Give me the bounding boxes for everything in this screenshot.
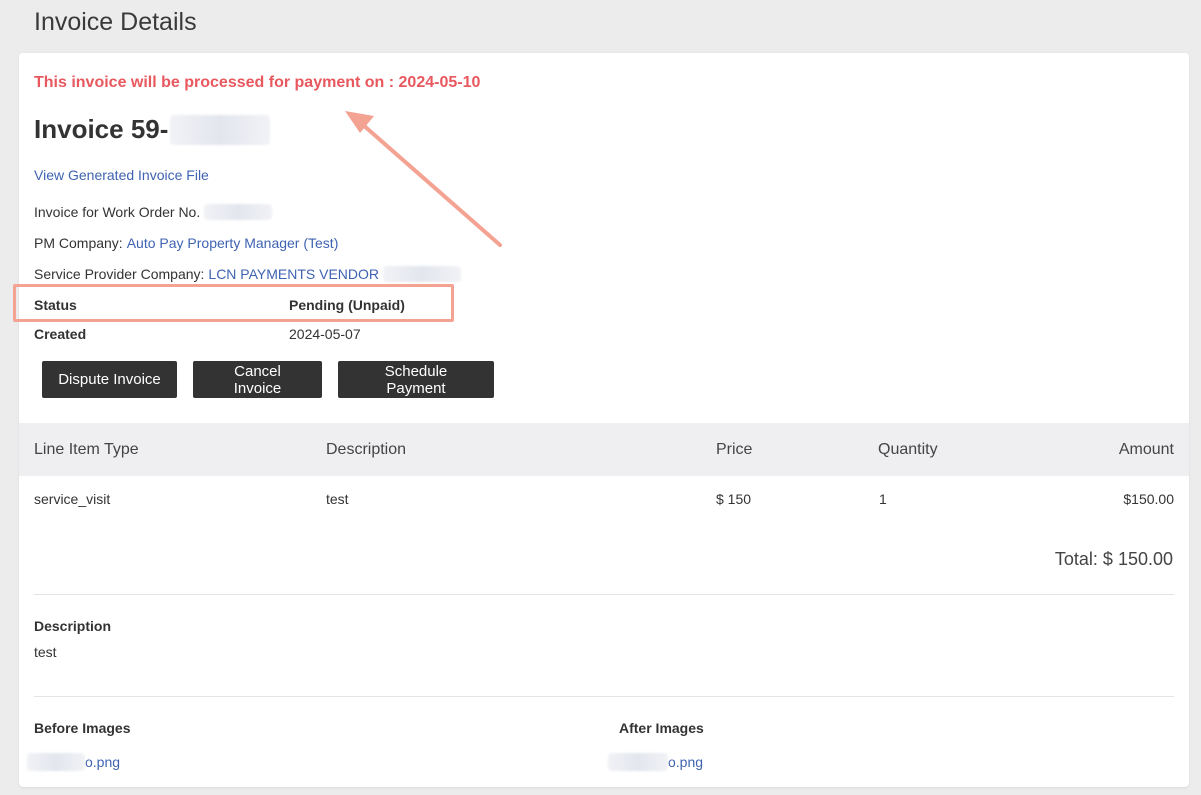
cell-line-item-type: service_visit	[34, 491, 111, 507]
dispute-invoice-button[interactable]: Dispute Invoice	[42, 361, 177, 398]
invoice-number: Invoice 59-	[34, 114, 169, 144]
pm-company-row: PM Company: Auto Pay Property Manager (T…	[34, 235, 338, 251]
invoice-card	[19, 53, 1189, 787]
redacted-invoice-number	[170, 114, 271, 145]
after-image-file[interactable]: o.png	[608, 753, 703, 771]
divider-1	[34, 594, 1174, 595]
view-invoice-file-link[interactable]: View Generated Invoice File	[34, 167, 209, 183]
provider-link[interactable]: LCN PAYMENTS VENDOR	[208, 266, 379, 282]
redacted-work-order-number	[204, 204, 273, 220]
before-image-file[interactable]: o.png	[27, 753, 120, 771]
pm-company-label: PM Company:	[34, 235, 123, 251]
description-label: Description	[34, 618, 112, 634]
page-title: Invoice Details	[34, 8, 197, 36]
cancel-invoice-button[interactable]: Cancel Invoice	[193, 361, 322, 398]
divider-2	[34, 696, 1174, 697]
invoice-heading: Invoice 59-	[34, 114, 271, 145]
column-header-amount: Amount	[1118, 441, 1174, 458]
before-images-label: Before Images	[34, 720, 131, 736]
work-order-label: Invoice for Work Order No.	[34, 204, 201, 220]
created-label: Created	[34, 326, 87, 342]
provider-row: Service Provider Company: LCN PAYMENTS V…	[34, 266, 462, 282]
column-header-description: Description	[326, 441, 407, 458]
cell-price: $ 150	[716, 491, 752, 507]
redacted-provider-suffix	[383, 266, 462, 282]
table-header	[19, 423, 1189, 476]
provider-label: Service Provider Company:	[34, 266, 205, 282]
cell-quantity: 1	[879, 491, 887, 507]
cell-amount: $150.00	[1123, 491, 1174, 507]
payment-notice: This invoice will be processed for payme…	[34, 74, 481, 91]
redacted-after-filename	[608, 753, 668, 771]
status-highlight-box	[13, 284, 454, 322]
after-images-label: After Images	[619, 720, 704, 736]
column-header-quantity: Quantity	[878, 441, 938, 458]
after-image-link[interactable]: o.png	[668, 754, 703, 770]
redacted-before-filename	[27, 753, 85, 771]
description-value: test	[34, 644, 57, 660]
schedule-payment-button[interactable]: Schedule Payment	[338, 361, 494, 398]
work-order-row: Invoice for Work Order No.	[34, 204, 273, 220]
column-header-price: Price	[716, 441, 753, 458]
view-invoice-file-row: View Generated Invoice File	[34, 167, 209, 183]
invoice-total: Total: $ 150.00	[1054, 549, 1173, 569]
before-image-link[interactable]: o.png	[85, 754, 120, 770]
column-header-line-item-type: Line Item Type	[34, 441, 139, 458]
pm-company-link[interactable]: Auto Pay Property Manager (Test)	[127, 235, 339, 251]
cell-description: test	[326, 491, 349, 507]
created-value: 2024-05-07	[289, 326, 361, 342]
